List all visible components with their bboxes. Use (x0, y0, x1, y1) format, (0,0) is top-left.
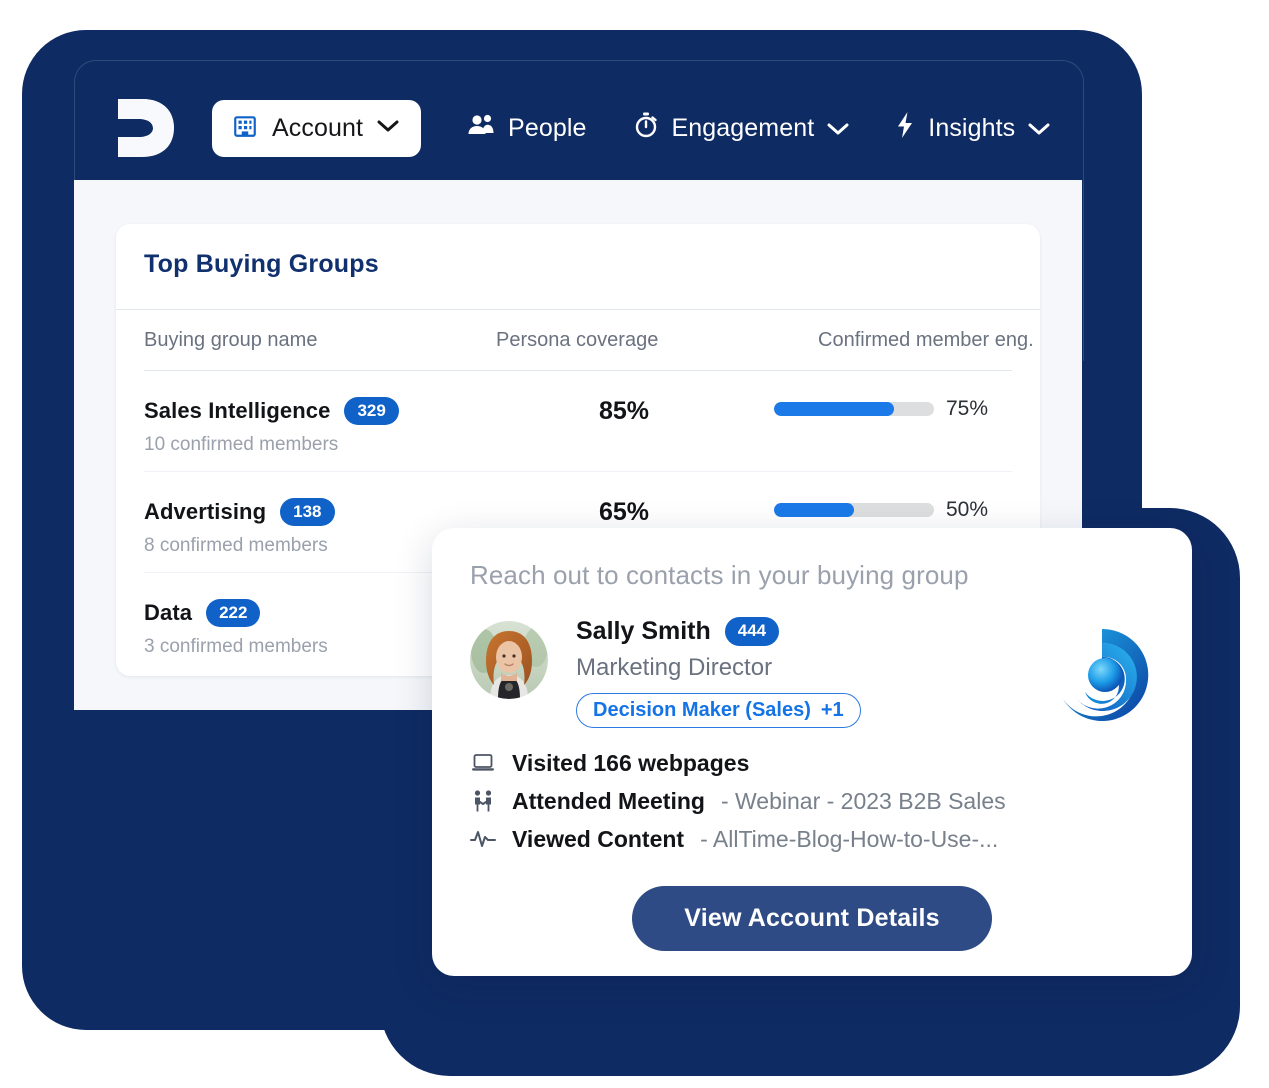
activity-row-viewed-content: Viewed Content - AllTime-Blog-How-to-Use… (470, 820, 1154, 858)
activity-value: - Webinar - 2023 B2B Sales (720, 787, 1006, 814)
laptop-icon (470, 750, 496, 776)
engagement-progress-bar (774, 402, 934, 416)
persona-chip-label: Decision Maker (Sales) (593, 699, 811, 721)
stopwatch-icon (633, 111, 659, 146)
persona-chip[interactable]: Decision Maker (Sales) +1 (576, 693, 861, 728)
avatar (470, 621, 548, 699)
nav-item-engagement-label: Engagement (671, 113, 815, 142)
top-navigation-bar: Account People Engagement Insights (74, 78, 1082, 178)
d-logo (112, 95, 176, 161)
contact-job-title: Marketing Director (576, 654, 773, 681)
popup-contact-section: Sally Smith 444 Marketing Director Decis… (432, 591, 1192, 728)
building-icon (232, 113, 258, 144)
engagement-percent-label: 50% (946, 498, 989, 521)
chevron-down-icon (1028, 114, 1050, 143)
activity-row-visited-webpages: Visited 166 webpages (470, 744, 1154, 782)
nav-item-people-label: People (508, 113, 587, 142)
cell-group-name: Advertising 138 8 confirmed members (144, 472, 474, 557)
group-count-badge: 222 (206, 599, 261, 628)
engagement-progress-bar (774, 503, 934, 517)
table-header-row: Buying group name Persona coverage Confi… (144, 310, 1034, 371)
group-name-label: Data (144, 600, 193, 626)
group-name-label: Sales Intelligence (144, 398, 331, 424)
cell-member-engagement: 75% (774, 371, 1012, 421)
cell-group-name: Sales Intelligence 329 10 confirmed memb… (144, 371, 474, 456)
activity-label: Visited 166 webpages (512, 749, 750, 776)
engagement-progress-fill (774, 503, 854, 517)
contact-score-badge: 444 (724, 617, 780, 646)
company-swirl-logo (1050, 623, 1154, 727)
pulse-wave-icon (470, 826, 496, 852)
table-row[interactable]: Sales Intelligence 329 10 confirmed memb… (144, 371, 1012, 472)
chevron-down-icon (827, 114, 849, 143)
activity-label: Attended Meeting (512, 787, 705, 814)
activity-value: - AllTime-Blog-How-to-Use-... (700, 825, 999, 852)
activity-row-attended-meeting: Attended Meeting - Webinar - 2023 B2B Sa… (470, 782, 1154, 820)
contact-name: Sally Smith (576, 617, 711, 645)
nav-item-engagement[interactable]: Engagement (633, 111, 850, 146)
column-header-engagement: Confirmed member eng. (818, 328, 1034, 351)
persona-coverage-value: 65% (598, 498, 650, 526)
nav-item-insights[interactable]: Insights (895, 111, 1050, 146)
view-account-details-button[interactable]: View Account Details (632, 886, 992, 951)
engagement-progress-fill (774, 402, 894, 416)
cell-member-engagement: 50% (774, 472, 1012, 522)
group-count-badge: 138 (280, 498, 335, 527)
group-count-badge: 329 (344, 397, 399, 426)
nav-item-people[interactable]: People (467, 113, 586, 144)
contact-details: Sally Smith 444 Marketing Director Decis… (576, 617, 1030, 728)
group-name-label: Advertising (144, 499, 267, 525)
lightning-bolt-icon (895, 111, 915, 146)
activity-label: Viewed Content (512, 825, 685, 852)
column-header-name: Buying group name (144, 328, 318, 351)
confirmed-members-label: 10 confirmed members (144, 434, 339, 456)
confirmed-members-label: 3 confirmed members (144, 636, 328, 658)
panel-title: Top Buying Groups (144, 250, 379, 278)
engagement-percent-label: 75% (946, 397, 989, 420)
people-icon (467, 113, 495, 144)
persona-coverage-value: 85% (598, 397, 650, 425)
cell-persona-coverage: 85% (474, 371, 774, 426)
popup-title: Reach out to contacts in your buying gro… (470, 560, 969, 590)
cell-persona-coverage: 65% (474, 472, 774, 527)
account-dropdown-label: Account (272, 113, 364, 142)
persona-chip-more: +1 (820, 699, 844, 721)
handshake-people-icon (470, 788, 496, 814)
column-header-coverage: Persona coverage (496, 328, 659, 351)
activity-list: Visited 166 webpages Attended Meeting - … (432, 728, 1192, 858)
cell-group-name: Data 222 3 confirmed members (144, 573, 474, 658)
popup-footer: View Account Details (432, 886, 1192, 951)
account-dropdown-button[interactable]: Account (212, 99, 422, 157)
chevron-down-icon (377, 119, 399, 138)
confirmed-members-label: 8 confirmed members (144, 535, 328, 557)
nav-item-insights-label: Insights (928, 113, 1016, 142)
contact-reachout-popup: Reach out to contacts in your buying gro… (432, 528, 1192, 976)
